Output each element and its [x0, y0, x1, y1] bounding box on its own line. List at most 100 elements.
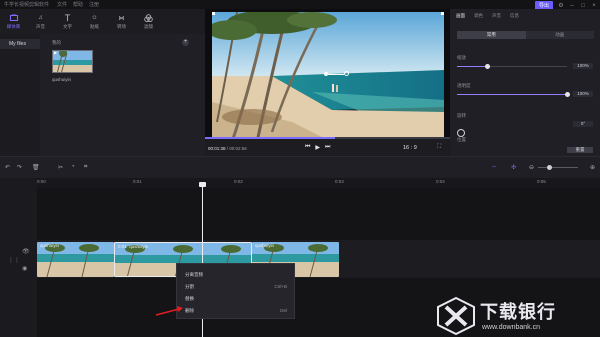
- opacity-value[interactable]: 100%: [573, 91, 593, 97]
- player-controls: 00:01:38 / 00:02:56 ⏮ ▶ ⏭ 16 : 9 ⛶: [205, 137, 450, 156]
- scale-slider[interactable]: [457, 64, 567, 69]
- media-thumbnail[interactable]: ▶: [52, 50, 93, 73]
- crop-icon[interactable]: ⌗: [84, 164, 87, 171]
- ruler-tick: 0:01: [133, 179, 142, 184]
- zoom-slider[interactable]: [538, 165, 578, 170]
- timeline-ruler[interactable]: 0:00 0:01 0:02 0:03 0:04 0:05: [37, 178, 600, 188]
- menu-register[interactable]: 注册: [89, 1, 99, 8]
- media-tab[interactable]: 我的: [52, 40, 61, 46]
- maximize-icon[interactable]: □: [580, 3, 586, 9]
- tool-label: 贴纸: [90, 23, 99, 29]
- slider-knob[interactable]: [484, 64, 490, 69]
- app-title: 牛学长视频剪辑软件: [4, 2, 50, 8]
- watermark-brand: 下载银行: [480, 302, 556, 322]
- undo-icon[interactable]: ↶: [5, 164, 10, 171]
- mute-icon[interactable]: ◉: [22, 265, 27, 272]
- time-display: 00:01:38 / 00:02:56: [208, 146, 247, 151]
- tool-label: 文字: [63, 23, 72, 29]
- fullscreen-icon[interactable]: ⛶: [437, 144, 441, 151]
- settings-icon[interactable]: ⚙: [558, 3, 564, 9]
- media-file-name: qushuiyin: [52, 77, 72, 82]
- ruler-tick: 0:04: [436, 179, 445, 184]
- beach-scene-image: [212, 12, 444, 142]
- redo-icon[interactable]: ↷: [17, 164, 22, 171]
- text-t-icon: T: [64, 13, 71, 23]
- opacity-label: 透明度: [457, 83, 471, 88]
- snap-icon[interactable]: ⇔: [491, 164, 497, 170]
- title-bar: 牛学长视频剪辑软件 文件 帮助 注册 导出 ⚙ – □ ×: [0, 0, 600, 10]
- tool-sticker[interactable]: ☺ 贴纸: [81, 9, 108, 34]
- minimize-icon[interactable]: –: [569, 3, 575, 9]
- menu-help[interactable]: 帮助: [73, 1, 83, 8]
- tab-info[interactable]: 信息: [510, 13, 519, 19]
- clip-label: qushuiyin: [255, 243, 275, 248]
- aspect-ratio-select[interactable]: 16 : 9: [403, 145, 417, 151]
- sidebar-item-my-files[interactable]: My files: [0, 39, 40, 49]
- clip-label: qushuiyin: [40, 243, 60, 248]
- rotate-dial[interactable]: [457, 129, 465, 137]
- menu-item-detach-audio[interactable]: 分离音频: [185, 272, 293, 278]
- rotate-value[interactable]: 0°: [573, 121, 593, 127]
- video-preview[interactable]: [212, 12, 444, 142]
- crop-handle[interactable]: [441, 12, 444, 15]
- zoom-in-icon[interactable]: ⊕: [590, 164, 595, 171]
- play-icon[interactable]: ▶: [315, 144, 320, 151]
- position-label: 位置: [457, 137, 466, 142]
- zoom-knob[interactable]: [547, 165, 552, 170]
- magnet-icon[interactable]: ✣: [511, 164, 516, 171]
- ruler-tick: 0:00: [37, 179, 46, 184]
- tab-picture[interactable]: 画面: [456, 13, 465, 19]
- zoom-out-icon[interactable]: ⊖: [529, 164, 534, 171]
- tool-transition[interactable]: ⋈ 转场: [108, 9, 135, 34]
- watermark-logo: [437, 297, 475, 335]
- prev-frame-icon[interactable]: ⏮: [305, 144, 310, 151]
- music-note-icon: ♫: [38, 15, 43, 21]
- context-menu: 分离音频 分割 Ctrl+B 替换 删除 Del: [176, 263, 295, 319]
- menu-item-delete[interactable]: 删除 Del: [185, 308, 293, 314]
- opacity-slider[interactable]: [457, 92, 570, 97]
- properties-panel: 画面 调色 声音 信息 常用 动画 缩放 100% 透明度 100% 旋转 0°…: [450, 9, 600, 156]
- crop-handle[interactable]: [212, 12, 215, 15]
- tab-audio[interactable]: 声音: [492, 13, 501, 19]
- slider-knob[interactable]: [564, 92, 570, 97]
- mode-animation[interactable]: 动画: [526, 31, 595, 39]
- ruler-tick: 0:05: [537, 179, 546, 184]
- menu-item-replace[interactable]: 替换: [185, 296, 293, 302]
- add-media-button[interactable]: +: [182, 39, 189, 46]
- filter-icon: [144, 14, 153, 23]
- red-arrow-annotation: [155, 306, 183, 316]
- timeline-clip[interactable]: qushuiyin: [37, 242, 114, 277]
- media-panel: 我的 + ▶ qushuiyin: [40, 34, 205, 156]
- media-library-icon: [9, 14, 18, 23]
- reset-button[interactable]: 重置: [567, 147, 593, 153]
- visibility-icon[interactable]: 👁: [22, 248, 30, 255]
- position-handle[interactable]: [344, 71, 349, 76]
- tool-audio[interactable]: ♫ 声音: [27, 9, 54, 34]
- next-frame-icon[interactable]: ⏭: [325, 144, 330, 151]
- tool-filter[interactable]: 滤镜: [135, 9, 162, 34]
- playback-progress[interactable]: [205, 137, 450, 139]
- current-time: 00:01:38: [208, 146, 226, 151]
- ruler-tick: 0:02: [234, 179, 243, 184]
- playhead-handle[interactable]: [199, 182, 206, 187]
- rotate-label: 旋转: [457, 113, 466, 118]
- track-headers: 👁 ⋮⋮ ◉: [0, 178, 37, 337]
- mode-common[interactable]: 常用: [457, 31, 526, 39]
- split-icon[interactable]: ✂: [58, 164, 63, 171]
- menu-item-split[interactable]: 分割 Ctrl+B: [185, 284, 293, 290]
- tool-label: 媒体库: [6, 23, 21, 29]
- tool-text[interactable]: T 文字: [54, 9, 81, 34]
- scale-value[interactable]: 100%: [573, 63, 593, 69]
- close-icon[interactable]: ×: [591, 3, 597, 9]
- tool-label: 转场: [117, 23, 126, 29]
- delete-icon[interactable]: 🗑: [32, 164, 40, 171]
- tab-color[interactable]: 调色: [474, 13, 483, 19]
- tool-label: 滤镜: [144, 23, 153, 29]
- lock-icon[interactable]: ⋮⋮: [8, 257, 20, 264]
- clip-label: 0:01 qushuiyin: [118, 244, 149, 249]
- speed-icon[interactable]: ◔: [71, 164, 75, 170]
- preview-panel: [205, 9, 450, 156]
- menu-file[interactable]: 文件: [57, 1, 67, 8]
- timeline-toolbar: ↶ ↷ 🗑 ✂ ◔ ⌗ ⇔ ✣ ⊖ ⊕: [0, 156, 600, 178]
- tool-media[interactable]: 媒体库: [0, 9, 27, 34]
